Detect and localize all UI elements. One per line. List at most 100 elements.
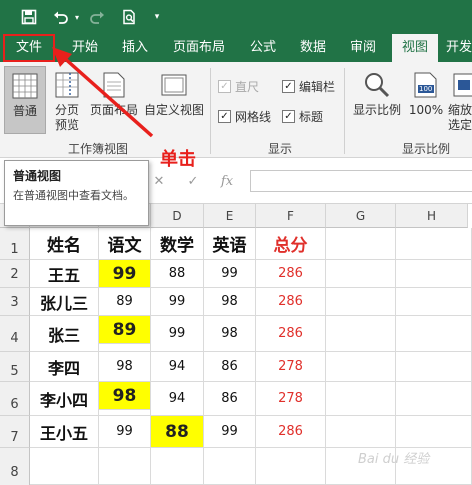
math-score-cell[interactable]: 88	[151, 260, 204, 288]
empty-cell[interactable]	[326, 416, 396, 448]
empty-cell[interactable]	[326, 260, 396, 288]
header-name-cell[interactable]: 姓名	[30, 228, 99, 260]
total-score-cell[interactable]: 286	[256, 288, 326, 316]
tab-data[interactable]: 数据	[290, 34, 336, 62]
enter-icon[interactable]: ✓	[182, 170, 204, 192]
save-icon[interactable]	[18, 6, 40, 28]
zoom-100-button[interactable]: 100 100%	[406, 66, 446, 134]
row-header[interactable]: 6	[0, 382, 30, 416]
chinese-score-cell[interactable]: 89	[99, 316, 151, 344]
row-header[interactable]: 3	[0, 288, 30, 316]
math-score-cell[interactable]: 99	[151, 288, 204, 316]
header-english-cell[interactable]: 英语	[204, 228, 256, 260]
tab-view[interactable]: 视图	[392, 34, 438, 62]
undo-icon[interactable]	[50, 6, 72, 28]
column-header-e[interactable]: E	[204, 204, 256, 228]
custom-views-label: 自定义视图	[143, 103, 204, 117]
page-break-preview-button[interactable]: 分页 预览	[48, 66, 86, 134]
empty-cell[interactable]	[396, 382, 472, 416]
cancel-icon[interactable]: ✕	[148, 170, 170, 192]
empty-cell[interactable]	[99, 448, 151, 485]
english-score-cell[interactable]: 98	[204, 316, 256, 352]
insert-function-icon[interactable]: fx	[216, 170, 238, 192]
name-cell[interactable]: 王小五	[30, 416, 99, 448]
name-cell[interactable]: 王五	[30, 260, 99, 288]
total-score-cell[interactable]: 286	[256, 260, 326, 288]
row-header[interactable]: 1	[0, 228, 30, 260]
empty-cell[interactable]	[326, 382, 396, 416]
empty-cell[interactable]	[326, 316, 396, 352]
total-score-cell[interactable]: 278	[256, 382, 326, 416]
empty-cell[interactable]	[326, 288, 396, 316]
tab-page-layout[interactable]: 页面布局	[165, 34, 233, 62]
redo-icon[interactable]	[86, 6, 108, 28]
formula-bar-checkbox[interactable]: ✓ 编辑栏	[282, 78, 335, 95]
custom-views-button[interactable]: 自定义视图	[142, 66, 206, 134]
column-header-h[interactable]: H	[396, 204, 468, 228]
zoom-button[interactable]: 显示比例	[350, 66, 404, 134]
header-total-cell[interactable]: 总分	[256, 228, 326, 260]
math-score-cell[interactable]: 94	[151, 382, 204, 416]
name-cell[interactable]: 张三	[30, 316, 99, 352]
tab-developer[interactable]: 开发	[446, 34, 472, 62]
normal-view-button[interactable]: 普通	[4, 66, 46, 134]
math-score-cell[interactable]: 99	[151, 316, 204, 352]
empty-cell[interactable]	[204, 448, 256, 485]
empty-cell[interactable]	[256, 448, 326, 485]
watermark: Bai du 经验	[358, 452, 430, 467]
empty-cell[interactable]	[396, 260, 472, 288]
empty-cell[interactable]	[151, 448, 204, 485]
tab-formulas[interactable]: 公式	[240, 34, 286, 62]
name-cell[interactable]: 李四	[30, 352, 99, 382]
math-score-cell[interactable]: 88	[151, 416, 204, 448]
empty-cell[interactable]	[396, 352, 472, 382]
header-chinese-cell[interactable]: 语文	[99, 228, 151, 260]
row-header[interactable]: 7	[0, 416, 30, 448]
headings-checkbox[interactable]: ✓ 标题	[282, 108, 323, 125]
formula-input[interactable]	[250, 170, 472, 192]
total-score-cell[interactable]: 278	[256, 352, 326, 382]
empty-cell[interactable]	[30, 448, 99, 485]
row-header[interactable]: 5	[0, 352, 30, 382]
tab-insert[interactable]: 插入	[112, 34, 158, 62]
empty-cell[interactable]	[396, 228, 472, 260]
english-score-cell[interactable]: 98	[204, 288, 256, 316]
tab-file[interactable]: 文件	[3, 34, 55, 62]
chinese-score-cell[interactable]: 99	[99, 260, 151, 288]
undo-dropdown-icon[interactable]: ▾	[72, 6, 82, 28]
header-math-cell[interactable]: 数学	[151, 228, 204, 260]
tab-home[interactable]: 开始	[62, 34, 108, 62]
empty-cell[interactable]	[326, 352, 396, 382]
column-header-g[interactable]: G	[326, 204, 396, 228]
english-score-cell[interactable]: 99	[204, 260, 256, 288]
row-header[interactable]: 2	[0, 260, 30, 288]
english-score-cell[interactable]: 99	[204, 416, 256, 448]
math-score-cell[interactable]: 94	[151, 352, 204, 382]
row-header[interactable]: 4	[0, 316, 30, 352]
page-layout-view-button[interactable]: 页面布局	[88, 66, 140, 134]
empty-cell[interactable]	[396, 316, 472, 352]
row-header[interactable]: 8	[0, 448, 30, 485]
ruler-checkbox[interactable]: ✓ 直尺	[218, 78, 259, 95]
workbook-views-group-label: 工作簿视图	[68, 142, 129, 156]
empty-cell[interactable]	[326, 228, 396, 260]
name-cell[interactable]: 张儿三	[30, 288, 99, 316]
total-score-cell[interactable]: 286	[256, 416, 326, 448]
column-header-f[interactable]: F	[256, 204, 326, 228]
column-header-d[interactable]: D	[151, 204, 204, 228]
english-score-cell[interactable]: 86	[204, 382, 256, 416]
chinese-score-cell[interactable]: 98	[99, 382, 151, 410]
chinese-score-cell[interactable]: 89	[99, 288, 151, 316]
name-cell[interactable]: 李小四	[30, 382, 99, 416]
total-score-cell[interactable]: 286	[256, 316, 326, 352]
zoom-to-selection-button[interactable]: 缩放 选定	[448, 66, 472, 134]
chinese-score-cell[interactable]: 98	[99, 352, 151, 382]
tab-review[interactable]: 审阅	[340, 34, 386, 62]
empty-cell[interactable]	[396, 416, 472, 448]
customize-qat-icon[interactable]: ▾	[150, 6, 164, 28]
print-preview-icon[interactable]	[118, 6, 140, 28]
chinese-score-cell[interactable]: 99	[99, 416, 151, 448]
english-score-cell[interactable]: 86	[204, 352, 256, 382]
empty-cell[interactable]	[396, 288, 472, 316]
gridlines-checkbox[interactable]: ✓ 网格线	[218, 108, 271, 125]
